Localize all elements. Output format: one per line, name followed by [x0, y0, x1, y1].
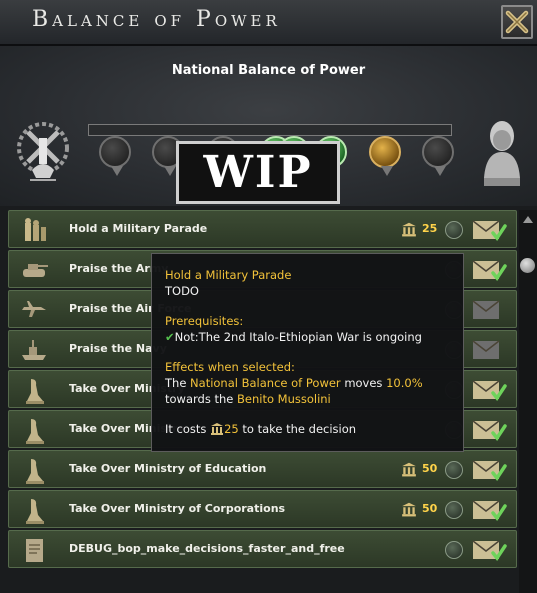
political-power-icon: [211, 423, 224, 435]
parade-soldiers-icon: [25, 218, 46, 241]
decision-cost: 25: [422, 222, 438, 235]
take-decision-envelope-icon[interactable]: [471, 457, 507, 483]
scroll-up-arrow-icon[interactable]: [522, 214, 534, 224]
checkmark-icon: ✔: [165, 330, 175, 344]
effect-word: towards the: [165, 392, 234, 406]
effect-amount: 10.0%: [386, 376, 423, 390]
decision-label: Take Over Ministry of Education: [69, 462, 267, 475]
bop-scale-bar: [88, 124, 452, 136]
take-decision-envelope-icon[interactable]: [471, 217, 507, 243]
effect-bop-name: National Balance of Power: [190, 376, 341, 390]
tank-icon: [23, 264, 48, 277]
decision-cost: 50: [422, 462, 438, 475]
decision-row[interactable]: Take Over Ministry of Education 50: [8, 450, 517, 488]
decision-status-dot: [445, 221, 463, 239]
decision-cost: 50: [422, 502, 438, 515]
take-decision-envelope-icon[interactable]: [471, 297, 507, 323]
document-icon: [26, 539, 43, 562]
political-power-icon: [402, 502, 416, 517]
tooltip-effect-line-2: towards the Benito Mussolini: [165, 391, 450, 407]
decision-status-dot: [445, 541, 463, 559]
close-x-icon: [505, 10, 529, 34]
decision-label: Hold a Military Parade: [69, 222, 208, 235]
scrollbar-thumb[interactable]: [520, 258, 535, 273]
prereq-text: The 2nd Italo-Ethiopian War is ongoing: [198, 330, 422, 344]
decision-label: Take Over Ministry of Corporations: [69, 502, 286, 515]
ministry-statue-icon: [26, 379, 44, 404]
cost-prefix: It costs: [165, 422, 207, 436]
decision-row[interactable]: Hold a Military Parade 25: [8, 210, 517, 248]
wip-banner: WIP: [176, 141, 340, 204]
airplane-icon: [22, 301, 46, 317]
take-decision-envelope-icon[interactable]: [471, 377, 507, 403]
tooltip-title: Hold a Military Parade: [165, 268, 292, 282]
ministry-statue-icon: [26, 459, 44, 484]
window-titlebar: Balance of Power: [0, 0, 537, 46]
ministry-statue-icon: [26, 419, 44, 444]
decision-row[interactable]: Take Over Ministry of Corporations 50: [8, 490, 517, 528]
effect-target: Benito Mussolini: [237, 392, 331, 406]
decision-status-dot: [445, 461, 463, 479]
bop-title: National Balance of Power: [171, 63, 366, 78]
leader-bust-icon: [484, 121, 520, 186]
cost-suffix: to take the decision: [242, 422, 357, 436]
bop-slot: [99, 136, 131, 176]
tooltip-effect-line: The National Balance of Power moves 10.0…: [165, 375, 450, 391]
take-decision-envelope-icon[interactable]: [471, 537, 507, 563]
decision-tooltip: Hold a Military Parade TODO Prerequisite…: [151, 253, 464, 452]
bop-slot: [422, 136, 454, 176]
cost-value: 25: [224, 422, 239, 436]
window-title: Balance of Power: [32, 7, 281, 32]
political-power-icon: [402, 222, 416, 237]
take-decision-envelope-icon[interactable]: [471, 497, 507, 523]
decision-status-dot: [445, 501, 463, 519]
ministry-statue-icon: [26, 499, 44, 524]
tooltip-effects-header: Effects when selected:: [165, 360, 295, 374]
tooltip-subtitle: TODO: [165, 284, 199, 298]
effect-word: moves: [344, 376, 383, 390]
take-decision-envelope-icon[interactable]: [471, 417, 507, 443]
decision-row[interactable]: DEBUG_bop_make_decisions_faster_and_free: [8, 530, 517, 568]
political-power-icon: [402, 462, 416, 477]
wip-label: WIP: [203, 147, 313, 198]
take-decision-envelope-icon[interactable]: [471, 257, 507, 283]
fasces-eagle-emblem-icon: [17, 122, 69, 181]
tooltip-prereq-line: ✔Not:The 2nd Italo-Ethiopian War is ongo…: [165, 329, 450, 345]
close-button[interactable]: [501, 5, 533, 39]
effect-word: The: [165, 376, 187, 390]
tooltip-prereq-header: Prerequisites:: [165, 314, 244, 328]
warship-icon: [22, 340, 46, 360]
tooltip-cost-line: It costs 25 to take the decision: [165, 421, 450, 437]
prereq-prefix: Not:: [174, 330, 199, 344]
bop-slot-gold: [369, 136, 401, 176]
decision-label: DEBUG_bop_make_decisions_faster_and_free: [69, 542, 345, 555]
take-decision-envelope-icon[interactable]: [471, 337, 507, 363]
